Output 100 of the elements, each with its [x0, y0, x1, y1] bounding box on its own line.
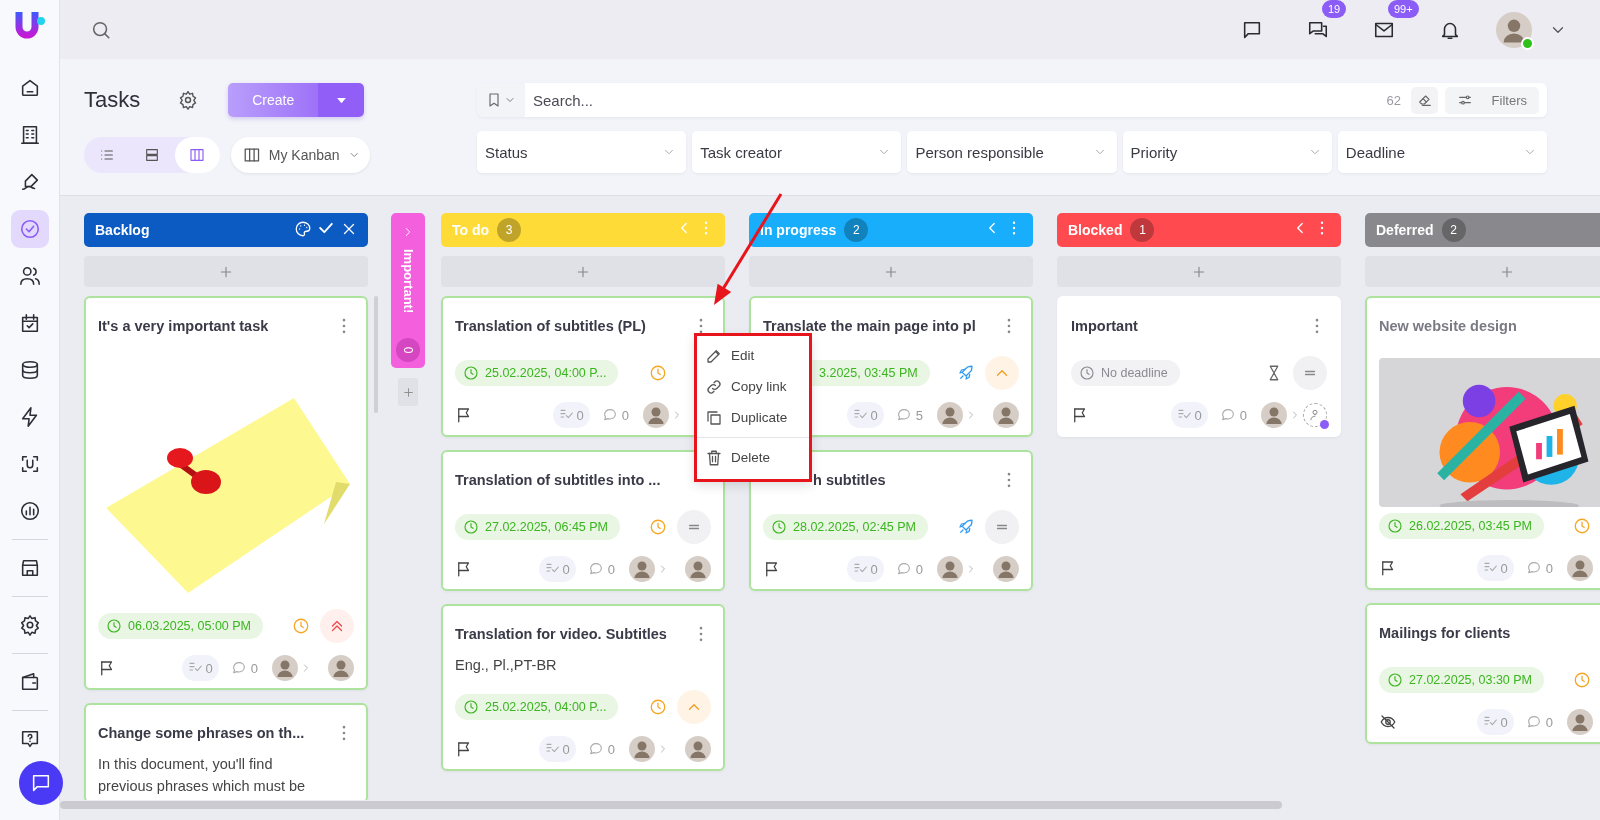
count-badge: 19	[1322, 0, 1347, 18]
task-card[interactable]: Translation of subtitles (PL) 25.02.2025, 04:00 P... 0 0	[441, 296, 725, 437]
clock-icon	[106, 618, 122, 634]
task-title: Translation of subtitles into ...	[455, 472, 662, 488]
avatar[interactable]	[937, 556, 963, 582]
search-field[interactable]: Search...	[525, 83, 1387, 117]
comment-count: 0	[1525, 560, 1553, 576]
comment-count: 0	[230, 660, 258, 676]
avatar[interactable]	[1567, 555, 1593, 581]
settings-icon	[18, 614, 41, 636]
bookmark-icon	[486, 92, 502, 108]
palette-icon[interactable]	[294, 220, 312, 238]
filter-dropdown[interactable]: Task creator	[692, 131, 902, 173]
count-badge: 3	[497, 218, 522, 242]
eye-off-icon[interactable]	[1379, 713, 1397, 731]
trash-icon	[705, 448, 723, 467]
checklist-count: 0	[538, 556, 576, 582]
comment-icon	[1219, 407, 1236, 423]
comment-icon	[230, 660, 247, 676]
avatar[interactable]	[629, 556, 655, 582]
plus-icon	[401, 385, 415, 399]
avatar[interactable]	[1567, 709, 1593, 735]
user-avatar[interactable]	[1496, 11, 1532, 48]
checklist-count: 0	[1476, 555, 1514, 581]
task-title: Translation for video. Subtitles	[455, 626, 668, 642]
column-title: Blocked	[1068, 222, 1123, 238]
link-icon	[705, 377, 723, 396]
task-title: Translation of subtitles (PL)	[455, 318, 647, 334]
chart-icon	[18, 500, 41, 522]
task-card[interactable]: New website design 26.02.2025, 03:45 PM 0 0	[1365, 296, 1600, 590]
task-card[interactable]: Important No deadline 0 0	[1057, 296, 1341, 437]
task-card[interactable]: Change some phrases on th... In this document, you'll find previous phrases which must be	[84, 703, 368, 800]
task-card[interactable]: Mailings for clients 27.02.2025, 03:30 PM 0 0	[1365, 603, 1600, 744]
count-badge: 0	[396, 338, 420, 362]
chat-icon	[30, 772, 52, 794]
filter-dropdown[interactable]: Deadline	[1337, 131, 1547, 173]
column-title: Important!	[400, 249, 416, 314]
task-title: It's a very important task	[98, 318, 270, 334]
column-title: To do	[452, 222, 490, 238]
columns-icon	[243, 145, 261, 165]
comment-icon	[587, 741, 604, 757]
clock-icon	[463, 365, 479, 381]
avatar[interactable]	[937, 402, 963, 428]
document-icon	[18, 124, 41, 146]
result-count: 62	[1386, 92, 1401, 108]
comment-count: 0	[587, 561, 615, 577]
checklist-count: 0	[181, 655, 219, 681]
avatar[interactable]	[629, 736, 655, 762]
checklist-count: 0	[552, 402, 590, 428]
clock-icon	[463, 699, 479, 715]
priority-button[interactable]	[320, 609, 354, 643]
avatar[interactable]	[993, 556, 1019, 582]
count-badge: 1	[1130, 218, 1155, 242]
task-title: Translate the main page into pl	[763, 318, 977, 334]
task-card[interactable]: Translation for video. Subtitles Eng., Pl.,PT-BR 25.02.2025, 04:00 P... 0 0	[441, 604, 725, 771]
avatar[interactable]	[685, 556, 711, 582]
task-title: Mailings for clients	[1379, 625, 1512, 641]
avatar[interactable]	[993, 402, 1019, 428]
create-menu-button[interactable]	[318, 83, 365, 117]
avatar[interactable]	[643, 402, 669, 428]
count-badge: 2	[1441, 218, 1466, 242]
page-title: Tasks	[84, 87, 141, 113]
count-badge: 99+	[1388, 0, 1419, 18]
task-check-icon	[18, 218, 41, 240]
settings-icon[interactable]	[178, 90, 199, 110]
task-title: New website design	[1379, 318, 1518, 334]
filter-dropdown[interactable]: Status	[477, 131, 687, 173]
filters-button[interactable]: Filters	[1445, 86, 1539, 114]
column-title: Deferred	[1376, 222, 1434, 238]
people-icon	[18, 265, 41, 287]
kanban-view-button[interactable]	[174, 137, 220, 173]
comment-icon	[895, 561, 912, 577]
clear-button[interactable]	[1411, 86, 1438, 114]
columns-icon	[189, 147, 206, 163]
task-card[interactable]: Translation of subtitles into ... 27.02.2025, 06:45 PM 0 0	[441, 450, 725, 591]
scrollbar[interactable]	[60, 801, 1282, 809]
caret-icon	[335, 96, 347, 104]
filter-dropdown[interactable]: Person responsible	[907, 131, 1117, 173]
clock-icon	[1079, 365, 1095, 381]
saved-filters-button[interactable]	[477, 83, 525, 117]
copy-icon	[705, 408, 723, 427]
task-title: Important	[1071, 318, 1139, 334]
rows-icon	[144, 147, 160, 163]
avatar[interactable]	[1261, 402, 1287, 428]
add-task-button[interactable]	[398, 378, 418, 406]
comment-icon	[895, 407, 912, 423]
filter-dropdown[interactable]: Priority	[1122, 131, 1332, 173]
avatar[interactable]	[328, 655, 354, 681]
clock-icon	[463, 519, 479, 535]
task-description: In this document, you'll find previous phrases which must be	[98, 755, 307, 796]
task-card[interactable]: It's a very important task 06.03.2025, 05:00 PM 0 0	[84, 296, 368, 690]
comment-count: 5	[895, 407, 923, 423]
avatar[interactable]	[272, 655, 298, 681]
count-badge: 2	[844, 218, 869, 242]
comment-icon	[1525, 714, 1542, 730]
comment-count: 0	[1525, 714, 1553, 730]
board-dropdown[interactable]: My Kanban	[231, 137, 370, 173]
avatar[interactable]	[685, 736, 711, 762]
checklist-count: 0	[538, 736, 576, 762]
collapsed-column-header[interactable]: Important! 0	[391, 213, 425, 368]
